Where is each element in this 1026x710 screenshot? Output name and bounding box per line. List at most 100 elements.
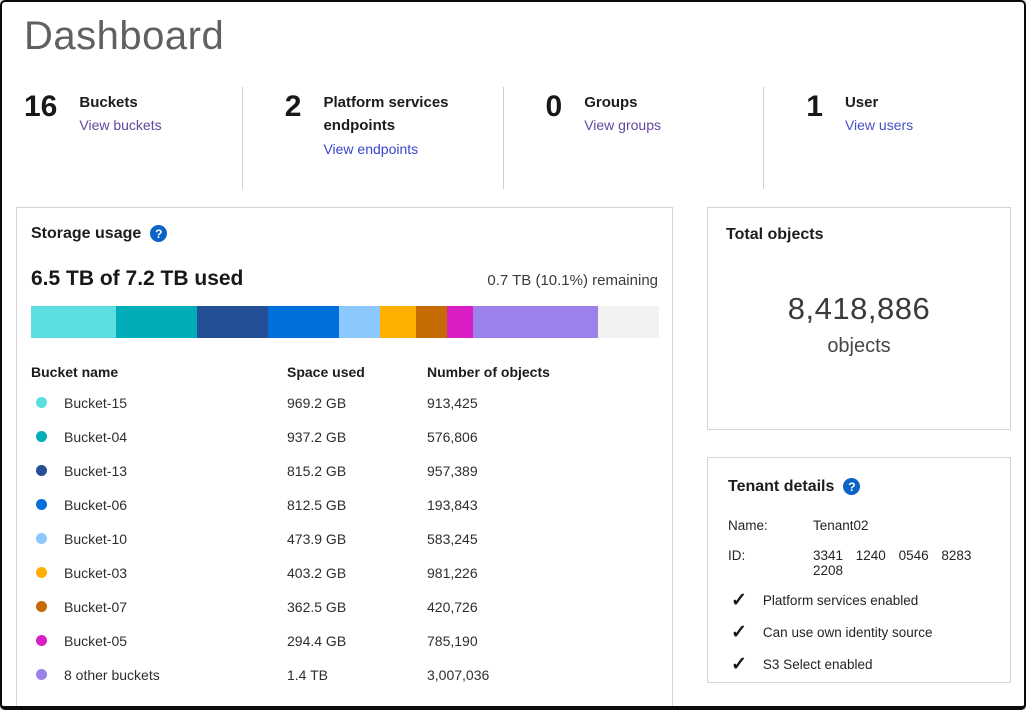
- bucket-name: Bucket-15: [64, 395, 127, 411]
- check-icon: ✓: [731, 591, 747, 610]
- bucket-space-used: 294.4 GB: [287, 633, 427, 649]
- endpoints-count: 2: [285, 91, 302, 159]
- storage-remaining-summary: 0.7 TB (10.1%) remaining: [487, 272, 658, 289]
- stats-row: 16 Buckets View buckets 2 Platform servi…: [2, 87, 1024, 189]
- bar-segment-bucket-10[interactable]: [339, 306, 380, 338]
- view-users-link[interactable]: View users: [845, 117, 913, 133]
- table-row: Bucket-10 473.9 GB583,245: [31, 522, 658, 556]
- bucket-color-dot: [36, 567, 47, 578]
- main-content: Storage usage ? 6.5 TB of 7.2 TB used 0.…: [16, 207, 1011, 710]
- users-label: User: [845, 91, 913, 114]
- storage-used-summary: 6.5 TB of 7.2 TB used: [31, 267, 243, 291]
- total-objects-panel: Total objects 8,418,886 objects: [707, 207, 1011, 430]
- bucket-object-count: 576,806: [427, 429, 658, 445]
- bucket-name: Bucket-07: [64, 599, 127, 615]
- bar-segment-bucket-15[interactable]: [31, 306, 116, 338]
- bar-segment-bucket-05[interactable]: [447, 306, 473, 338]
- users-count: 1: [806, 91, 823, 159]
- table-row: Bucket-06812.5 GB193,843: [31, 488, 658, 522]
- dashboard-page: Dashboard 16 Buckets View buckets 2 Plat…: [0, 0, 1026, 710]
- total-objects-unit: objects: [827, 335, 890, 358]
- stat-endpoints: 2 Platform services endpoints View endpo…: [243, 87, 504, 189]
- view-buckets-link[interactable]: View buckets: [79, 117, 161, 133]
- bucket-space-used: 403.2 GB: [287, 565, 427, 581]
- bucket-color-dot: [36, 669, 47, 680]
- help-icon[interactable]: ?: [843, 478, 860, 495]
- bucket-object-count: 957,389: [427, 463, 658, 479]
- tenant-id-label: ID:: [728, 548, 813, 578]
- tenant-name-value: Tenant02: [813, 518, 990, 533]
- bucket-space-used: 812.5 GB: [287, 497, 427, 513]
- bucket-space-used: 1.4 TB: [287, 667, 427, 683]
- bucket-name: Bucket-04: [64, 429, 127, 445]
- bucket-space-used: 937.2 GB: [287, 429, 427, 445]
- stat-groups: 0 Groups View groups: [504, 87, 765, 189]
- bucket-name: Bucket-03: [64, 565, 127, 581]
- bucket-color-dot: [36, 635, 47, 646]
- table-row: Bucket-07 362.5 GB420,726: [31, 590, 658, 624]
- buckets-label: Buckets: [79, 91, 161, 114]
- table-row: Bucket-04 937.2 GB576,806: [31, 420, 658, 454]
- check-icon: ✓: [731, 623, 747, 642]
- view-endpoints-link[interactable]: View endpoints: [323, 141, 418, 157]
- tenant-id-row: ID: 3341 1240 0546 8283 2208: [728, 548, 990, 578]
- bucket-name: Bucket-10: [64, 531, 127, 547]
- storage-usage-panel: Storage usage ? 6.5 TB of 7.2 TB used 0.…: [16, 207, 673, 710]
- storage-usage-title: Storage usage: [31, 225, 141, 243]
- page-title: Dashboard: [24, 14, 1024, 59]
- bucket-color-dot: [36, 431, 47, 442]
- bucket-space-used: 362.5 GB: [287, 599, 427, 615]
- bar-segment-remaining[interactable]: [598, 306, 659, 338]
- view-groups-link[interactable]: View groups: [584, 117, 661, 133]
- bar-segment-8-other-buckets[interactable]: [473, 306, 598, 338]
- bucket-name: Bucket-05: [64, 633, 127, 649]
- stat-buckets: 16 Buckets View buckets: [2, 87, 243, 189]
- bucket-table-header: Bucket name Space used Number of objects: [31, 362, 658, 386]
- feature-s3-select: ✓ S3 Select enabled: [728, 655, 990, 674]
- bucket-color-dot: [36, 533, 47, 544]
- feature-label: S3 Select enabled: [763, 657, 873, 672]
- bar-segment-bucket-06[interactable]: [268, 306, 339, 338]
- bucket-table: Bucket name Space used Number of objects…: [31, 362, 658, 692]
- bucket-space-used: 969.2 GB: [287, 395, 427, 411]
- bucket-color-dot: [36, 601, 47, 612]
- bucket-color-dot: [36, 397, 47, 408]
- bar-segment-bucket-07[interactable]: [416, 306, 448, 338]
- buckets-count: 16: [24, 91, 57, 159]
- col-space-used: Space used: [287, 364, 427, 380]
- bucket-name: Bucket-13: [64, 463, 127, 479]
- help-icon[interactable]: ?: [150, 225, 167, 242]
- col-bucket-name: Bucket name: [31, 364, 287, 380]
- total-objects-count: 8,418,886: [788, 291, 930, 327]
- endpoints-label: Platform services endpoints: [323, 91, 455, 138]
- table-row: Bucket-05 294.4 GB785,190: [31, 624, 658, 658]
- right-column: Total objects 8,418,886 objects Tenant d…: [707, 207, 1011, 683]
- bucket-space-used: 473.9 GB: [287, 531, 427, 547]
- bucket-object-count: 785,190: [427, 633, 658, 649]
- bar-segment-bucket-04[interactable]: [116, 306, 198, 338]
- bucket-object-count: 193,843: [427, 497, 658, 513]
- feature-label: Platform services enabled: [763, 593, 918, 608]
- table-row: Bucket-15 969.2 GB913,425: [31, 386, 658, 420]
- bucket-object-count: 3,007,036: [427, 667, 658, 683]
- bar-segment-bucket-03[interactable]: [380, 306, 415, 338]
- tenant-details-title: Tenant details: [728, 478, 834, 496]
- stat-users: 1 User View users: [764, 87, 1024, 189]
- feature-identity-source: ✓ Can use own identity source: [728, 623, 990, 642]
- feature-label: Can use own identity source: [763, 625, 933, 640]
- bucket-object-count: 583,245: [427, 531, 658, 547]
- bucket-object-count: 420,726: [427, 599, 658, 615]
- table-row: Bucket-13 815.2 GB957,389: [31, 454, 658, 488]
- bucket-object-count: 981,226: [427, 565, 658, 581]
- bucket-name: 8 other buckets: [64, 667, 160, 683]
- bucket-object-count: 913,425: [427, 395, 658, 411]
- check-icon: ✓: [731, 655, 747, 674]
- groups-label: Groups: [584, 91, 661, 114]
- bucket-color-dot: [36, 499, 47, 510]
- bucket-space-used: 815.2 GB: [287, 463, 427, 479]
- tenant-name-row: Name: Tenant02: [728, 518, 990, 533]
- col-number-of-objects: Number of objects: [427, 364, 658, 380]
- bar-segment-bucket-13[interactable]: [197, 306, 268, 338]
- tenant-id-value: 3341 1240 0546 8283 2208: [813, 548, 990, 578]
- table-row: Bucket-03 403.2 GB981,226: [31, 556, 658, 590]
